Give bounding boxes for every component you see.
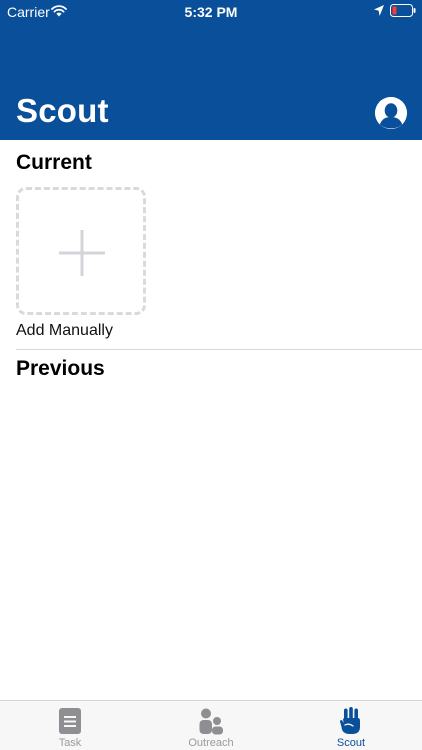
people-icon — [199, 708, 223, 735]
tab-outreach[interactable]: Outreach — [141, 701, 281, 750]
add-manually-tile[interactable] — [16, 187, 146, 315]
tab-label-outreach: Outreach — [188, 737, 234, 749]
section-heading-current: Current — [16, 151, 92, 174]
clock-time: 5:32 PM — [184, 4, 238, 20]
tab-label-scout: Scout — [336, 737, 366, 749]
location-arrow-icon — [374, 5, 384, 16]
tab-scout[interactable]: Scout — [281, 701, 421, 750]
battery-low-icon — [390, 4, 416, 17]
tab-bar: Task Outreach Scout — [0, 700, 422, 750]
person-silhouette-icon — [375, 97, 407, 129]
tab-label-task: Task — [58, 737, 82, 749]
header-bar: Carrier 5:32 PM Scout — [0, 0, 422, 140]
section-heading-previous: Previous — [16, 357, 105, 380]
status-bar: Carrier 5:32 PM — [0, 0, 422, 24]
profile-button[interactable] — [375, 97, 407, 129]
section-divider — [16, 349, 422, 350]
add-manually-label: Add Manually — [16, 322, 113, 339]
document-icon — [59, 708, 81, 734]
plus-icon — [59, 230, 105, 276]
page-title: Scout — [16, 92, 109, 129]
tab-task[interactable]: Task — [0, 701, 140, 750]
scout-hand-icon — [340, 707, 360, 734]
